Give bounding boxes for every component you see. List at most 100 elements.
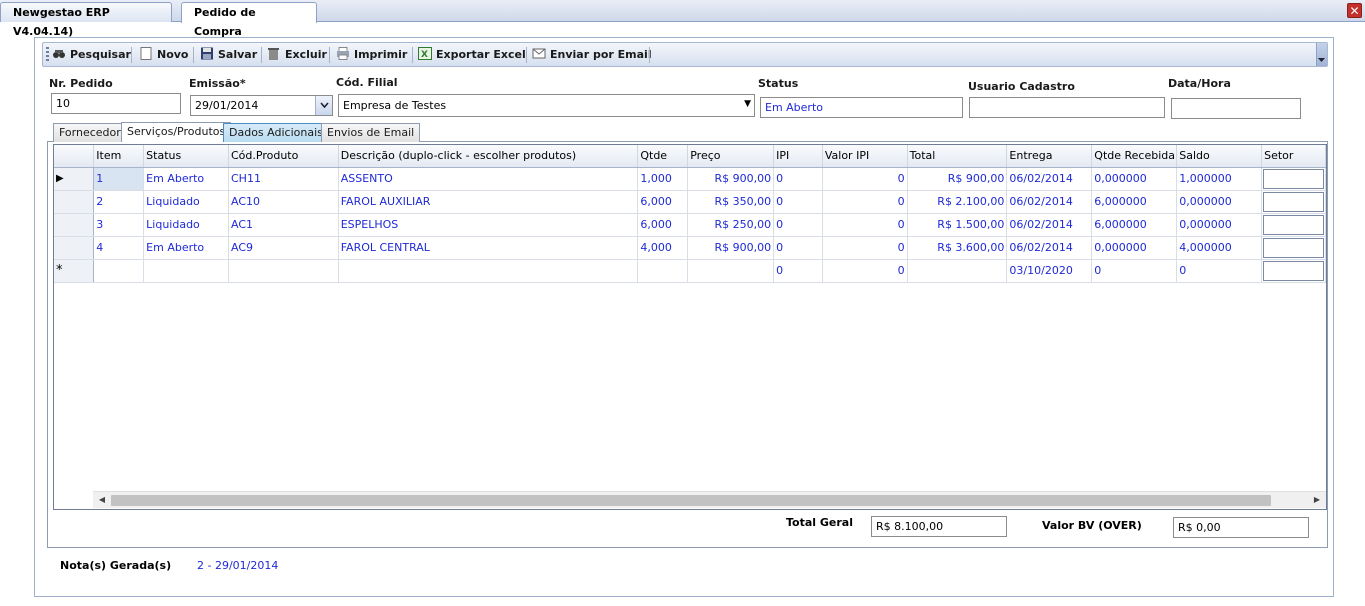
cell-codigo[interactable]: AC10 (228, 190, 339, 214)
cell-ipi[interactable]: 0 (773, 190, 823, 214)
cell-qtde[interactable]: 1,000 (637, 167, 689, 191)
cell-qtde[interactable]: 6,000 (637, 190, 689, 214)
table-row[interactable]: ▶ 1 Em Aberto CH11 ASSENTO 1,000 R$ 900,… (54, 167, 1326, 191)
cell-item[interactable]: 4 (93, 236, 145, 260)
column-header[interactable]: Descrição (duplo-click - escolher produt… (338, 145, 639, 168)
setor-combo[interactable] (1263, 214, 1324, 235)
column-header[interactable]: Setor (1261, 145, 1326, 168)
scroll-left-icon[interactable]: ◀ (96, 494, 108, 506)
cell-saldo[interactable]: 0 (1176, 259, 1263, 283)
setor-combo[interactable] (1263, 260, 1324, 281)
tab-fornecedor[interactable]: Fornecedor (53, 123, 127, 142)
cell-codigo[interactable]: CH11 (228, 167, 339, 191)
cell-descricao[interactable] (338, 259, 639, 283)
cell-status[interactable]: Liquidado (143, 213, 229, 237)
cell-qtde-recebida[interactable]: 6,000000 (1091, 190, 1178, 214)
table-row-new[interactable]: * 0 0 03/10/2020 0 0 (54, 259, 1326, 283)
cell-qtde-recebida[interactable]: 0,000000 (1091, 236, 1178, 260)
new-row-marker[interactable]: * (54, 259, 95, 283)
cell-entrega[interactable]: 06/02/2014 (1006, 236, 1093, 260)
cell-valor-ipi[interactable]: 0 (822, 259, 908, 283)
cell-qtde-recebida[interactable]: 0,000000 (1091, 167, 1178, 191)
setor-combo[interactable] (1263, 237, 1324, 258)
cell-item[interactable]: 1 (93, 167, 145, 191)
column-header[interactable]: Qtde (637, 145, 689, 168)
cell-item[interactable] (93, 259, 145, 283)
novo-button[interactable]: Novo (139, 46, 189, 64)
cell-preco[interactable] (687, 259, 775, 283)
cell-preco[interactable]: R$ 250,00 (687, 213, 775, 237)
cell-descricao[interactable]: ASSENTO (338, 167, 639, 191)
table-row[interactable]: 4 Em Aberto AC9 FAROL CENTRAL 4,000 R$ 9… (54, 236, 1326, 260)
close-icon[interactable]: ✕ (1347, 3, 1362, 18)
column-header[interactable]: Entrega (1006, 145, 1093, 168)
cell-descricao[interactable]: ESPELHOS (338, 213, 639, 237)
column-header[interactable]: Cód.Produto (228, 145, 339, 168)
cell-status[interactable]: Liquidado (143, 190, 229, 214)
filial-select[interactable]: Empresa de Testes ▼ (338, 94, 755, 117)
enviar-email-button[interactable]: Enviar por Email (532, 46, 652, 64)
cell-valor-ipi[interactable]: 0 (822, 167, 908, 191)
cell-setor[interactable] (1261, 236, 1326, 260)
cell-codigo[interactable]: AC1 (228, 213, 339, 237)
calendar-dropdown-button[interactable] (315, 96, 332, 115)
tab-pedido-de-compra[interactable]: Pedido de Compra (181, 2, 317, 38)
cell-entrega[interactable]: 06/02/2014 (1006, 167, 1093, 191)
column-header[interactable]: Valor IPI (822, 145, 908, 168)
usuario-cadastro-field[interactable] (969, 97, 1165, 118)
cell-codigo[interactable]: AC9 (228, 236, 339, 260)
cell-qtde[interactable]: 4,000 (637, 236, 689, 260)
cell-item[interactable]: 2 (93, 190, 145, 214)
cell-item[interactable]: 3 (93, 213, 145, 237)
scrollbar-thumb[interactable] (111, 495, 1271, 506)
tab-dados-adicionais[interactable]: Dados Adicionais (223, 123, 329, 142)
scroll-right-icon[interactable]: ▶ (1311, 494, 1323, 506)
cell-preco[interactable]: R$ 350,00 (687, 190, 775, 214)
cell-qtde-recebida[interactable]: 6,000000 (1091, 213, 1178, 237)
setor-combo[interactable] (1263, 191, 1324, 212)
valor-bv-field[interactable]: R$ 0,00 (1173, 517, 1309, 538)
cell-ipi[interactable]: 0 (773, 236, 823, 260)
cell-status[interactable] (143, 259, 229, 283)
cell-saldo[interactable]: 1,000000 (1176, 167, 1263, 191)
cell-status[interactable]: Em Aberto (143, 236, 229, 260)
cell-total[interactable]: R$ 3.600,00 (907, 236, 1008, 260)
cell-codigo[interactable] (228, 259, 339, 283)
total-geral-field[interactable]: R$ 8.100,00 (871, 516, 1007, 537)
cell-status[interactable]: Em Aberto (143, 167, 229, 191)
salvar-button[interactable]: Salvar (200, 46, 257, 64)
column-header[interactable]: Total (907, 145, 1008, 168)
cell-qtde-recebida[interactable]: 0 (1091, 259, 1178, 283)
table-row[interactable]: 3 Liquidado AC1 ESPELHOS 6,000 R$ 250,00… (54, 213, 1326, 237)
column-header[interactable]: Qtde Recebida (1091, 145, 1178, 168)
pesquisar-button[interactable]: Pesquisar (52, 46, 131, 64)
cell-setor[interactable] (1261, 190, 1326, 214)
column-header[interactable]: Status (143, 145, 229, 168)
cell-descricao[interactable]: FAROL AUXILIAR (338, 190, 639, 214)
setor-combo[interactable] (1263, 168, 1324, 189)
cell-total[interactable]: R$ 2.100,00 (907, 190, 1008, 214)
cell-ipi[interactable]: 0 (773, 213, 823, 237)
cell-total[interactable] (907, 259, 1008, 283)
cell-valor-ipi[interactable]: 0 (822, 236, 908, 260)
tab-newgestao[interactable]: Newgestao ERP V4.04.14) (0, 2, 172, 38)
row-selector[interactable] (54, 236, 95, 260)
table-row[interactable]: 2 Liquidado AC10 FAROL AUXILIAR 6,000 R$… (54, 190, 1326, 214)
cell-total[interactable]: R$ 900,00 (907, 167, 1008, 191)
column-header[interactable]: Preço (687, 145, 775, 168)
tab-servicos-produtos[interactable]: Serviços/Produtos (121, 122, 232, 142)
cell-valor-ipi[interactable]: 0 (822, 213, 908, 237)
cell-total[interactable]: R$ 1.500,00 (907, 213, 1008, 237)
cell-descricao[interactable]: FAROL CENTRAL (338, 236, 639, 260)
row-selector[interactable] (54, 213, 95, 237)
row-selector[interactable] (54, 190, 95, 214)
cell-setor[interactable] (1261, 259, 1326, 283)
status-field[interactable]: Em Aberto (760, 97, 963, 118)
toolbar-overflow-button[interactable] (1316, 43, 1327, 66)
cell-preco[interactable]: R$ 900,00 (687, 236, 775, 260)
cell-valor-ipi[interactable]: 0 (822, 190, 908, 214)
cell-saldo[interactable]: 4,000000 (1176, 236, 1263, 260)
cell-entrega[interactable]: 06/02/2014 (1006, 213, 1093, 237)
cell-entrega[interactable]: 06/02/2014 (1006, 190, 1093, 214)
emissao-date-field[interactable]: 29/01/2014 (190, 95, 333, 116)
